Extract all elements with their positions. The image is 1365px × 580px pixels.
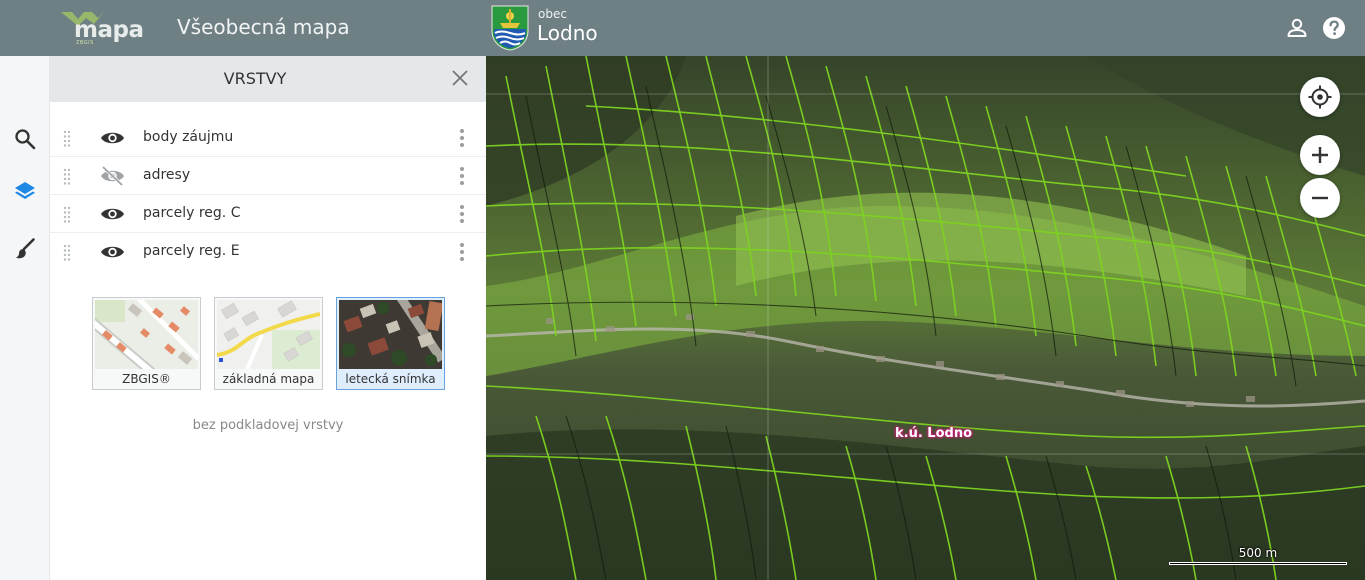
close-icon[interactable] — [450, 68, 470, 88]
layer-label: parcely reg. E — [143, 243, 240, 259]
app-title: Všeobecná mapa — [177, 15, 350, 39]
more-options-icon[interactable] — [457, 204, 467, 224]
municipality-name[interactable]: Lodno — [537, 21, 598, 45]
more-options-icon[interactable] — [457, 242, 467, 262]
panel-title: VRSTVY — [223, 69, 287, 88]
search-icon — [15, 129, 36, 150]
cadastral-area-label: k.ú. Lodno — [895, 426, 973, 441]
layer-row-adresy[interactable]: adresy — [50, 157, 486, 195]
aerial-map-with-parcels[interactable] — [486, 56, 1365, 580]
app-header: mapa ZBGIS Všeobecná mapa obec Lodno — [0, 0, 1365, 56]
municipality-crest — [491, 5, 529, 51]
letecka-snimka-thumbnail — [339, 300, 442, 369]
layer-label: body záujmu — [143, 129, 234, 145]
scale-bar: 500 m — [1169, 544, 1347, 566]
basemap-letecka-snimka[interactable]: letecká snímka — [336, 297, 445, 390]
drag-handle-icon[interactable] — [63, 168, 71, 186]
zbgis-thumbnail — [95, 300, 198, 369]
layers-nav-button[interactable] — [11, 177, 39, 205]
map-view[interactable]: k.ú. Lodno 500 m — [486, 56, 1365, 580]
layers-icon — [15, 182, 35, 199]
user-icon[interactable] — [1284, 15, 1310, 41]
more-options-icon[interactable] — [457, 128, 467, 148]
locate-button[interactable] — [1300, 77, 1340, 117]
zoom-in-button[interactable] — [1300, 135, 1340, 175]
more-options-icon[interactable] — [457, 166, 467, 186]
panel-header: VRSTVY — [50, 56, 486, 102]
basemap-zakladna-mapa[interactable]: základná mapa — [214, 297, 323, 390]
zoom-in-icon — [1312, 147, 1328, 163]
zoom-out-icon — [1312, 196, 1328, 200]
left-navigation — [0, 56, 50, 580]
hidden-eye-icon[interactable] — [100, 165, 125, 187]
drag-handle-icon[interactable] — [63, 206, 71, 224]
search-nav-button[interactable] — [11, 125, 39, 153]
layers-panel: VRSTVY body záujmu adresy parcely reg. C… — [50, 56, 486, 580]
municipality-type: obec — [538, 7, 567, 21]
basemap-label: ZBGIS® — [122, 372, 171, 386]
layer-row-body-zaujmu[interactable]: body záujmu — [50, 119, 486, 157]
locate-icon — [1308, 85, 1332, 109]
visible-eye-icon[interactable] — [100, 241, 125, 263]
help-icon[interactable] — [1321, 15, 1347, 41]
drag-handle-icon[interactable] — [63, 130, 71, 148]
visible-eye-icon[interactable] — [100, 203, 125, 225]
layer-label: adresy — [143, 167, 191, 183]
zoom-out-button[interactable] — [1300, 178, 1340, 218]
no-basemap-option[interactable]: bez podkladovej vrstvy — [50, 418, 486, 433]
basemap-label: základná mapa — [222, 372, 315, 386]
zakladna-mapa-thumbnail — [217, 300, 320, 369]
layer-label: parcely reg. C — [143, 205, 241, 221]
visible-eye-icon[interactable] — [100, 127, 125, 149]
logo-subtitle: ZBGIS — [76, 40, 94, 46]
brush-icon — [16, 238, 35, 259]
basemap-label: letecká snímka — [345, 372, 436, 386]
drag-handle-icon[interactable] — [63, 244, 71, 262]
basemap-zbgis[interactable]: ZBGIS® — [92, 297, 201, 390]
layer-row-parcely-e[interactable]: parcely reg. E — [50, 233, 486, 271]
scale-line — [1169, 562, 1347, 565]
app-logo[interactable]: mapa ZBGIS — [58, 8, 144, 48]
brush-nav-button[interactable] — [11, 235, 39, 263]
scale-label: 500 m — [1238, 546, 1278, 560]
layer-row-parcely-c[interactable]: parcely reg. C — [50, 195, 486, 233]
